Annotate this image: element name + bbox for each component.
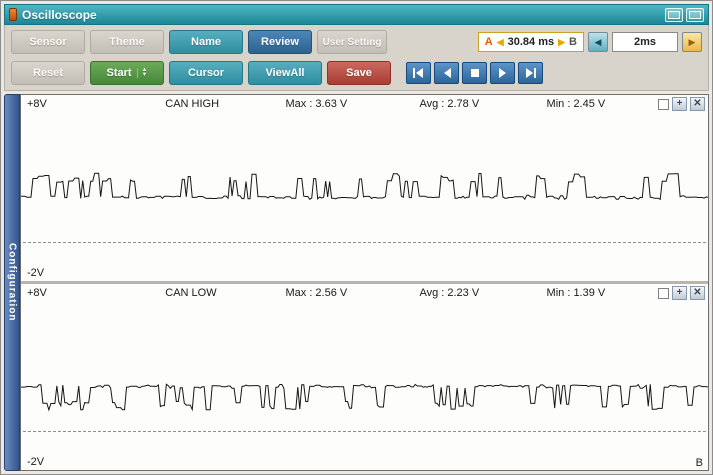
cursor-b-marker: B xyxy=(695,457,703,469)
channel-controls: + ✕ xyxy=(658,286,705,300)
layout-stack-icon[interactable] xyxy=(686,7,704,22)
channel-panels: +8V CAN HIGH Max : 3.63 V Avg : 2.78 V M… xyxy=(20,94,709,471)
cursor-ab-time-value: 30.84 ms xyxy=(507,36,555,48)
theme-button[interactable]: Theme xyxy=(90,30,164,54)
name-button[interactable]: Name xyxy=(169,30,243,54)
channel-checkbox[interactable] xyxy=(658,98,669,110)
viewall-button[interactable]: ViewAll xyxy=(248,61,322,85)
zero-reference-line xyxy=(23,241,706,243)
prev-icon xyxy=(443,68,451,78)
avg-value-label: Avg : 2.78 V xyxy=(419,98,480,110)
min-value-label: Min : 1.39 V xyxy=(546,287,606,299)
start-spinner: ▲ ▼ xyxy=(136,67,148,78)
step-back-button[interactable] xyxy=(434,62,459,84)
user-setting-button[interactable]: User Setting xyxy=(317,30,387,54)
configuration-tab[interactable]: Configuration xyxy=(4,94,20,471)
cursor-timebase-group: A ◀ 30.84 ms ▶ B ◀ 2ms ▶ xyxy=(477,32,702,52)
oscilloscope-window: Oscilloscope Sensor Theme Name Review Us… xyxy=(0,0,713,475)
top-voltage-label: +8V xyxy=(27,287,47,299)
step-back-icon: ◀ xyxy=(594,36,602,47)
avg-value-label: Avg : 2.23 V xyxy=(419,287,480,299)
step-forward-icon: ▶ xyxy=(688,36,696,47)
stop-icon xyxy=(470,69,479,77)
skip-start-icon xyxy=(413,68,423,78)
close-icon[interactable]: ✕ xyxy=(690,286,705,300)
channel-name-label: CAN LOW xyxy=(165,287,217,299)
waveform-can-low[interactable] xyxy=(21,284,708,470)
layout-split-icon[interactable] xyxy=(665,7,683,22)
zoom-in-icon[interactable]: + xyxy=(672,97,687,111)
channel-checkbox[interactable] xyxy=(658,287,669,299)
zero-reference-line xyxy=(23,430,706,432)
channel-controls: + ✕ xyxy=(658,97,705,111)
playback-controls xyxy=(406,62,543,84)
skip-to-end-button[interactable] xyxy=(518,62,543,84)
close-icon[interactable]: ✕ xyxy=(690,97,705,111)
timebase-increase-button[interactable]: ▶ xyxy=(682,32,702,52)
stop-button[interactable] xyxy=(462,62,487,84)
spinner-down-icon: ▼ xyxy=(141,72,148,78)
toolbar: Sensor Theme Name Review User Setting A … xyxy=(4,25,709,91)
skip-end-icon xyxy=(526,68,536,78)
bottom-voltage-label: -2V xyxy=(27,267,45,279)
timebase-decrease-button[interactable]: ◀ xyxy=(588,32,608,52)
start-button-label: Start xyxy=(106,67,132,79)
title-bar-buttons xyxy=(665,7,704,22)
zoom-in-icon[interactable]: + xyxy=(672,286,687,300)
cursor-b-arrow-icon[interactable]: ▶ xyxy=(558,37,565,48)
cursor-a-arrow-icon[interactable]: ◀ xyxy=(497,37,504,48)
cursor-a-label: A xyxy=(484,36,493,48)
cursor-b-label: B xyxy=(569,36,577,48)
waveform-can-high[interactable] xyxy=(21,95,708,281)
bottom-voltage-label: -2V xyxy=(27,456,45,468)
configuration-tab-label: Configuration xyxy=(6,243,18,322)
top-voltage-label: +8V xyxy=(27,98,47,110)
play-icon xyxy=(498,68,506,78)
review-button[interactable]: Review xyxy=(248,30,312,54)
title-bar: Oscilloscope xyxy=(4,4,709,25)
app-icon xyxy=(9,8,17,21)
max-value-label: Max : 3.63 V xyxy=(285,98,348,110)
reset-button[interactable]: Reset xyxy=(11,61,85,85)
toolbar-row-1: Sensor Theme Name Review User Setting A … xyxy=(11,29,702,55)
max-value-label: Max : 2.56 V xyxy=(285,287,348,299)
toolbar-row-2: Reset Start ▲ ▼ Cursor ViewAll Save xyxy=(11,60,702,86)
min-value-label: Min : 2.45 V xyxy=(546,98,606,110)
channel-panel-can-high: +8V CAN HIGH Max : 3.63 V Avg : 2.78 V M… xyxy=(21,95,708,281)
cursor-ab-readout: A ◀ 30.84 ms ▶ B xyxy=(477,32,584,52)
skip-to-start-button[interactable] xyxy=(406,62,431,84)
cursor-button[interactable]: Cursor xyxy=(169,61,243,85)
start-button[interactable]: Start ▲ ▼ xyxy=(90,61,164,85)
channel-name-label: CAN HIGH xyxy=(165,98,220,110)
sensor-button[interactable]: Sensor xyxy=(11,30,85,54)
channel-panel-can-low: +8V CAN LOW Max : 2.56 V Avg : 2.23 V Mi… xyxy=(21,284,708,470)
save-button[interactable]: Save xyxy=(327,61,391,85)
play-button[interactable] xyxy=(490,62,515,84)
main-area: Configuration +8V CAN HIGH Max : 3.63 V … xyxy=(4,94,709,471)
timebase-select[interactable]: 2ms xyxy=(612,32,678,52)
window-title: Oscilloscope xyxy=(22,7,97,22)
